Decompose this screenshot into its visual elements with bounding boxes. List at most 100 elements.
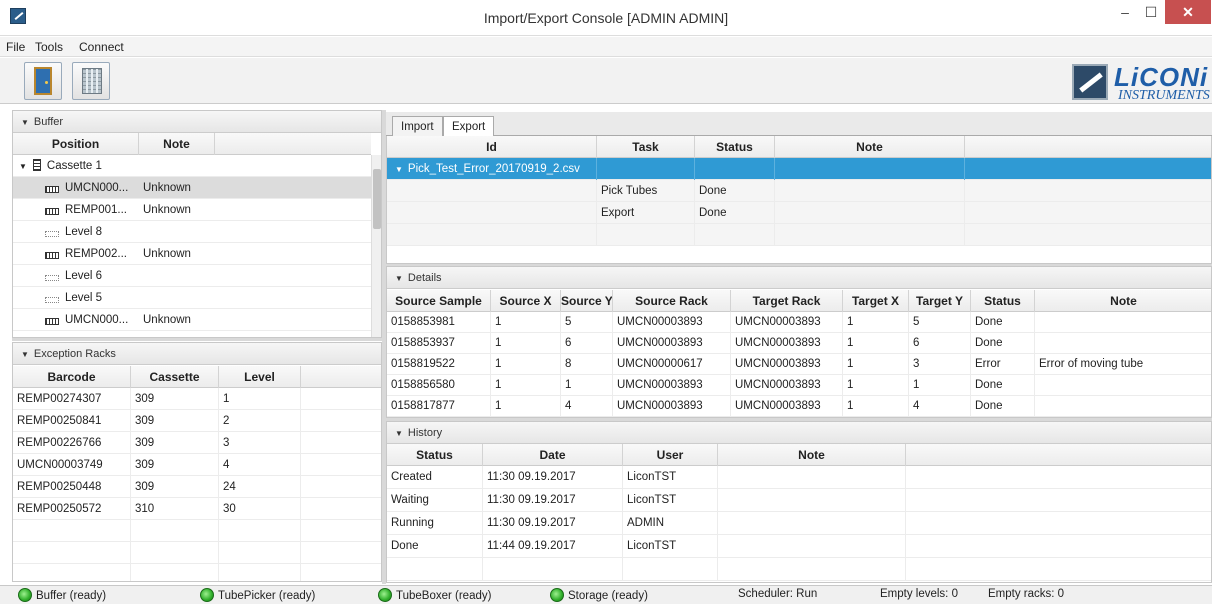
buffer-header[interactable]: ▼ Buffer: [13, 111, 381, 133]
storage-button[interactable]: [72, 62, 110, 100]
col-target-rack[interactable]: Target Rack: [731, 290, 843, 312]
source-x-cell: 1: [491, 375, 561, 396]
tree-row-label: Level 5: [13, 287, 139, 309]
note-cell: Error of moving tube: [1035, 354, 1211, 375]
table-row[interactable]: [13, 520, 381, 542]
door-button[interactable]: [24, 62, 62, 100]
tree-row[interactable]: UMCN000... Unknown: [13, 309, 371, 331]
export-group-row[interactable]: ▼ Pick_Test_Error_20170919_2.csv: [387, 158, 1211, 180]
maximize-button[interactable]: ☐: [1138, 0, 1164, 24]
tree-row[interactable]: UMCN000... Unknown: [13, 177, 371, 199]
task-cell: Pick Tubes: [597, 180, 695, 202]
col-source-x[interactable]: Source X: [491, 290, 561, 312]
col-status[interactable]: Status: [971, 290, 1035, 312]
tree-row-cassette[interactable]: ▼ Cassette 1: [13, 155, 371, 177]
status-empty-levels: Empty levels: 0: [880, 588, 958, 600]
note-cell: [718, 512, 906, 535]
tree-row[interactable]: REMP002... Unknown: [13, 243, 371, 265]
table-row[interactable]: [13, 542, 381, 564]
table-row[interactable]: [387, 558, 1211, 581]
col-note[interactable]: Note: [775, 136, 965, 158]
col-source-y[interactable]: Source Y: [561, 290, 613, 312]
table-row[interactable]: Waiting 11:30 09.19.2017 LiconTST: [387, 489, 1211, 512]
col-note[interactable]: Note: [139, 133, 215, 155]
table-row[interactable]: REMP00250841 309 2: [13, 410, 381, 432]
tree-row[interactable]: Level 6: [13, 265, 371, 287]
buffer-scroll-thumb[interactable]: [373, 169, 381, 229]
table-row[interactable]: 0158819522 1 8 UMCN00000617 UMCN00003893 1 3 Er…: [387, 354, 1211, 375]
table-row[interactable]: Done 11:44 09.19.2017 LiconTST: [387, 535, 1211, 558]
table-row[interactable]: REMP00226766 309 3: [13, 432, 381, 454]
status-tubeboxer-text: TubeBoxer (ready): [396, 590, 492, 602]
details-pane: ▼ Details Source Sample Source X Source Y So…: [386, 266, 1212, 418]
close-button[interactable]: ✕: [1165, 0, 1211, 24]
table-row[interactable]: Created 11:30 09.19.2017 LiconTST: [387, 466, 1211, 489]
status-buffer: Buffer (ready): [18, 588, 106, 602]
position-label: UMCN000...: [65, 314, 129, 326]
col-target-x[interactable]: Target X: [843, 290, 909, 312]
details-header[interactable]: ▼ Details: [387, 267, 1211, 289]
level-icon: [45, 231, 59, 237]
tab-import[interactable]: Import: [392, 116, 443, 137]
menu-file[interactable]: File: [6, 40, 25, 54]
tree-row[interactable]: REMP001... Unknown: [13, 199, 371, 221]
menu-connect[interactable]: Connect: [79, 40, 124, 54]
status-tubeboxer: TubeBoxer (ready): [378, 588, 491, 602]
details-table-header: Source Sample Source X Source Y Source Rack…: [387, 290, 1211, 312]
minimize-button[interactable]: –: [1112, 0, 1138, 24]
table-row[interactable]: [13, 564, 381, 581]
table-row[interactable]: 0158853937 1 6 UMCN00003893 UMCN00003893 1 6 Do…: [387, 333, 1211, 354]
table-row[interactable]: UMCN00003749 309 4: [13, 454, 381, 476]
left-splitter[interactable]: [12, 338, 382, 341]
table-row[interactable]: [387, 224, 1211, 246]
status-cell: [387, 558, 483, 581]
table-row[interactable]: Export Done: [387, 202, 1211, 224]
exception-racks-label: Exception Racks: [33, 348, 116, 360]
col-position[interactable]: Position: [13, 133, 139, 155]
position-label: REMP002...: [65, 248, 127, 260]
col-level[interactable]: Level: [219, 366, 301, 388]
date-cell: 11:44 09.19.2017: [483, 535, 623, 558]
export-group-label: ▼ Pick_Test_Error_20170919_2.csv: [387, 158, 597, 180]
col-barcode[interactable]: Barcode: [13, 366, 131, 388]
col-id[interactable]: Id: [387, 136, 597, 158]
logo-mark-icon: [1072, 64, 1108, 100]
source-rack-cell: UMCN00003893: [613, 375, 731, 396]
user-cell: [623, 558, 718, 581]
exception-racks-header[interactable]: ▼ Exception Racks: [13, 343, 381, 365]
task-cell: [597, 224, 695, 246]
buffer-scrollbar[interactable]: [371, 155, 381, 337]
col-status[interactable]: Status: [695, 136, 775, 158]
col-source-rack[interactable]: Source Rack: [613, 290, 731, 312]
tree-row[interactable]: Level 8: [13, 221, 371, 243]
table-row[interactable]: Running 11:30 09.19.2017 ADMIN: [387, 512, 1211, 535]
table-row[interactable]: 0158817877 1 4 UMCN00003893 UMCN00003893 1 4 Do…: [387, 396, 1211, 417]
table-row[interactable]: REMP00274307 309 1: [13, 388, 381, 410]
note-cell: [1035, 396, 1211, 417]
table-row[interactable]: 0158853981 1 5 UMCN00003893 UMCN00003893 1 5 Do…: [387, 312, 1211, 333]
table-row[interactable]: Pick Tubes Done: [387, 180, 1211, 202]
history-header[interactable]: ▼ History: [387, 422, 1211, 444]
cassette-name: Cassette 1: [46, 160, 102, 172]
source-x-cell: 1: [491, 312, 561, 333]
target-y-cell: 3: [909, 354, 971, 375]
table-row[interactable]: 0158856580 1 1 UMCN00003893 UMCN00003893 1 1 Do…: [387, 375, 1211, 396]
col-date[interactable]: Date: [483, 444, 623, 466]
col-note[interactable]: Note: [718, 444, 906, 466]
col-status[interactable]: Status: [387, 444, 483, 466]
status-cell: Done: [971, 375, 1035, 396]
col-source-sample[interactable]: Source Sample: [387, 290, 491, 312]
tree-row[interactable]: Level 5: [13, 287, 371, 309]
menu-tools[interactable]: Tools: [35, 40, 63, 54]
col-user[interactable]: User: [623, 444, 718, 466]
col-cassette[interactable]: Cassette: [131, 366, 219, 388]
history-pane: ▼ History Status Date User Note Created 11…: [386, 421, 1212, 583]
table-row[interactable]: REMP00250448 309 24: [13, 476, 381, 498]
table-row[interactable]: REMP00250572 310 30: [13, 498, 381, 520]
col-target-y[interactable]: Target Y: [909, 290, 971, 312]
col-task[interactable]: Task: [597, 136, 695, 158]
status-empty-racks: Empty racks: 0: [988, 588, 1065, 600]
tab-export[interactable]: Export: [443, 116, 495, 138]
col-note[interactable]: Note: [1035, 290, 1211, 312]
cassette-label: ▼ Cassette 1: [13, 155, 139, 177]
